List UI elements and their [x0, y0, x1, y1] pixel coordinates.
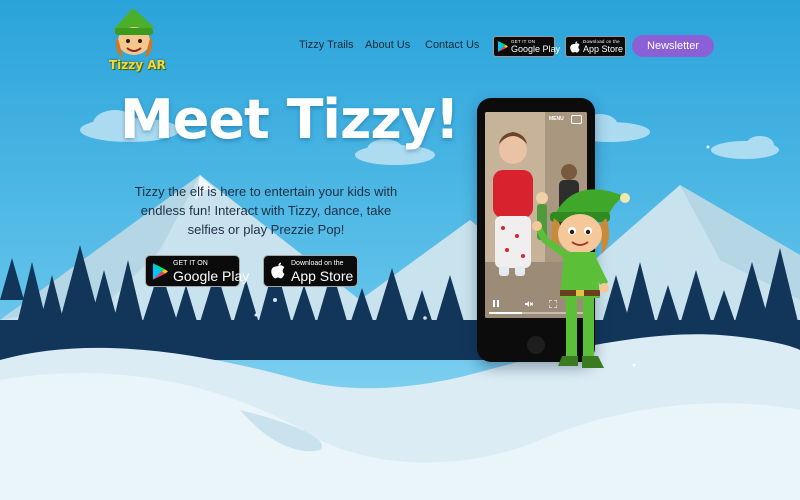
camera-icon[interactable]: [571, 115, 582, 124]
nav-google-play-large: Google Play: [511, 44, 561, 54]
apple-icon: [570, 41, 580, 53]
hero-app-store-button[interactable]: Download on the App Store: [263, 255, 358, 287]
nav-app-store-large: App Store: [583, 44, 624, 54]
nav-contact-us[interactable]: Contact Us: [425, 39, 479, 51]
hero-app-store-small: Download on the: [291, 260, 344, 267]
nav-tizzy-trails[interactable]: Tizzy Trails: [299, 39, 354, 51]
hero-title: Meet Tizzy!: [120, 88, 460, 151]
video-progress-fill: [489, 312, 522, 314]
logo-text: Tizzy AR: [109, 58, 166, 72]
nav-app-store-button[interactable]: Download on the App Store: [565, 36, 626, 57]
tizzy-logo[interactable]: Tizzy AR: [103, 8, 166, 76]
newsletter-button[interactable]: Newsletter: [632, 35, 714, 57]
google-play-icon: [498, 41, 508, 52]
apple-icon: [271, 262, 285, 279]
nav-about-us[interactable]: About Us: [365, 39, 410, 51]
elf-illustration: [532, 189, 630, 368]
hero-google-play-small: GET IT ON: [173, 260, 208, 267]
google-play-icon: [153, 263, 168, 280]
nav-google-play-button[interactable]: GET IT ON Google Play: [493, 36, 560, 57]
hero-google-play-button[interactable]: GET IT ON Google Play: [145, 255, 249, 287]
menu-label[interactable]: MENU: [549, 116, 564, 122]
hero-app-store-large: App Store: [291, 268, 354, 284]
hero-description: Tizzy the elf is here to entertain your …: [134, 184, 398, 237]
play-pause-icon[interactable]: [493, 300, 499, 307]
tizzy-elf-character: [528, 178, 630, 374]
hero-google-play-large: Google Play: [173, 268, 250, 284]
